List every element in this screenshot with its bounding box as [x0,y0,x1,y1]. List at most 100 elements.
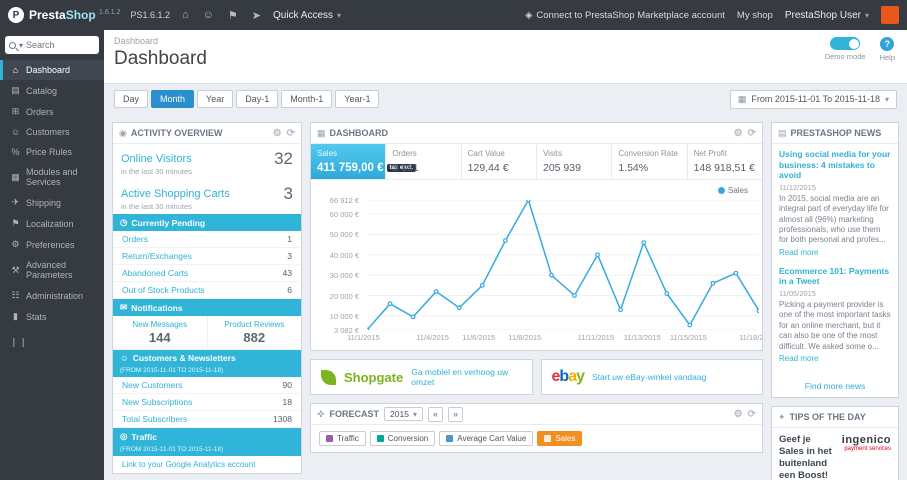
filter-month-1-button[interactable]: Month-1 [281,90,333,108]
refresh-icon[interactable]: ⟳ [287,128,295,139]
customers-icon: ☺ [10,127,21,137]
notification-value: 144 [148,330,171,345]
sidebar-menu: ⌂ Dashboard ▤ Catalog ⊞ Orders ☺ Customers% Pric… [0,60,104,327]
metric-color-icon [376,435,384,442]
notifications-cols: New Messages 144 Product Reviews 882 [113,316,301,350]
activity-row-orders[interactable]: Orders 1 [113,231,301,248]
notification-new-messages[interactable]: New Messages 144 [113,316,207,349]
sidebar-item-shipping[interactable]: ✈ Shipping [0,192,104,213]
activity-stat-online-visitors[interactable]: Online Visitors 32 in the last 30 minutes [113,144,301,179]
panel-title: DASHBOARD [329,128,389,138]
next-year-button[interactable]: » [448,406,464,422]
rocket-icon[interactable]: ➤ [250,9,263,22]
forecast-chip-sales[interactable]: Sales [537,431,583,446]
read-more-link[interactable]: Read more [779,248,819,257]
shipping-icon: ✈ [11,197,20,207]
chip-label: Conversion [387,434,429,443]
modules-icon: ▦ [11,171,20,182]
y-axis-tick: 60 000 € [329,210,359,220]
marketplace-link[interactable]: ◈ Connect to PrestaShop Marketplace accou… [525,10,725,21]
prev-year-button[interactable]: « [427,406,443,422]
prestashop-logo-icon: P [8,7,24,23]
sidebar-collapse-button[interactable]: ❙❙ [0,327,104,348]
sidebar: ▾ ⌂ Dashboard ▤ Catalog ⊞ Orders ☺ Customers% Pr… [0,30,104,480]
currently-pending-header: ◷ Currently Pending [113,214,301,231]
shopgate-link[interactable]: Ga mobiel en verhoog uw omzet [411,367,521,387]
sidebar-item-localization[interactable]: ⚑ Localization [0,213,104,234]
sidebar-item-modules-and-services[interactable]: ▦ Modules and Services [0,162,104,192]
activity-row-new-customers[interactable]: New Customers 90 [113,377,301,394]
row-value: 18 [282,397,292,407]
news-article-title[interactable]: Ecommerce 101: Payments in a Tweet [779,266,891,287]
gear-icon[interactable]: ⚙ [273,128,282,139]
prestashop-logo[interactable]: P PrestaShop 1.6.1.2 [8,7,120,23]
sidebar-item-price-rules[interactable]: % Price Rules [0,142,104,162]
activity-row-new-subscriptions[interactable]: New Subscriptions 18 [113,394,301,411]
panel-title: FORECAST [329,409,380,419]
read-more-link[interactable]: Read more [779,354,819,363]
activity-stat-active-shopping-carts[interactable]: Active Shopping Carts 3 in the last 30 min… [113,179,301,214]
shop-icon[interactable]: ⌂ [180,9,191,21]
gear-icon[interactable]: ⚙ [734,128,743,139]
avatar[interactable] [881,6,899,24]
my-shop-link[interactable]: My shop [737,10,773,21]
filter-day-1-button[interactable]: Day-1 [236,90,279,108]
quick-access-menu[interactable]: Quick Access ▾ [273,10,341,21]
activity-row-abandoned-carts[interactable]: Abandoned Carts 43 [113,265,301,282]
notification-product-reviews[interactable]: Product Reviews 882 [206,316,302,349]
sidebar-item-stats[interactable]: ▮ Stats [0,306,104,327]
help-button[interactable]: ? Help [880,37,895,62]
y-axis-tick: 40 000 € [329,250,359,260]
stat-value: 32 [274,149,293,168]
sidebar-item-catalog[interactable]: ▤ Catalog [0,80,104,101]
chevron-down-icon[interactable]: ▾ [19,41,23,50]
date-range-button[interactable]: ▦ From 2015-11-01 To 2015-11-18 ▾ [729,89,897,109]
kpi-orders[interactable]: Orders 3 181 [386,144,462,179]
module-ads-row: Shopgate Ga mobiel en verhoog uw omzet e… [310,359,763,395]
traffic-header: ◎ Traffic (FROM 2015-11-01 TO 2015-11-18… [113,428,301,456]
search-input[interactable] [26,40,95,50]
kpi-label: Net Profit [693,149,727,158]
activity-row-out-of-stock-products[interactable]: Out of Stock Products 6 [113,282,301,299]
flag-icon[interactable]: ⚑ [226,9,240,22]
filter-year-button[interactable]: Year [197,90,234,108]
filter-month-button[interactable]: Month [151,90,195,108]
find-more-news-link[interactable]: Find more news [772,377,898,397]
sidebar-item-customers[interactable]: ☺ Customers [0,122,104,142]
news-article-title[interactable]: Using social media for your business: 4 … [779,149,891,181]
forecast-metric-chips: Traffic Conversion Average Cart Value Sales [311,425,762,452]
sidebar-item-administration[interactable]: ☷ Administration [0,285,104,306]
kpi-sales[interactable]: Sales 411 759,00 € tax excl. [311,144,417,179]
activity-row-total-subscribers[interactable]: Total Subscribers 1308 [113,411,301,428]
clock-icon: ◷ [120,217,128,227]
employees-icon[interactable]: ☺ [201,9,216,21]
toggle-switch-icon[interactable] [830,37,861,50]
forecast-panel: ✜ FORECAST 2015 ▾ « » ⚙ ⟳ Traffic Conversio… [310,403,763,453]
kpi-visits[interactable]: Visits 205 939 [537,144,613,179]
forecast-chip-average-cart-value[interactable]: Average Cart Value [439,431,534,446]
activity-row-return-exchanges[interactable]: Return/Exchanges 3 [113,248,301,265]
x-axis-tick: 11/4/2015 [416,333,449,342]
lightbulb-icon: ✦ [778,411,786,422]
refresh-icon[interactable]: ⟳ [748,409,756,420]
kpi-net-profit[interactable]: Net Profit 148 918,51 € [688,144,762,179]
demo-mode-toggle[interactable]: Demo mode [825,37,866,61]
sidebar-item-advanced-parameters[interactable]: ⚒ Advanced Parameters [0,255,104,285]
forecast-chip-conversion[interactable]: Conversion [369,431,436,446]
gear-icon[interactable]: ⚙ [734,409,743,420]
kpi-cart-value[interactable]: Cart Value 129,44 € [462,144,537,179]
sidebar-item-dashboard[interactable]: ⌂ Dashboard [0,60,104,80]
forecast-chip-traffic[interactable]: Traffic [319,431,366,446]
kpi-conversion-rate[interactable]: Conversion Rate 1.54% [612,144,688,179]
chevron-down-icon: ▾ [337,10,342,20]
year-select[interactable]: 2015 ▾ [384,407,423,421]
google-analytics-link[interactable]: Link to your Google Analytics account [113,456,301,473]
user-menu[interactable]: PrestaShop User ▾ [785,10,869,21]
filter-year-1-button[interactable]: Year-1 [335,90,380,108]
refresh-icon[interactable]: ⟳ [748,128,756,139]
sidebar-item-orders[interactable]: ⊞ Orders [0,101,104,122]
x-axis-tick: 11/1/2015 [347,333,380,342]
ebay-link[interactable]: Start uw eBay-winkel vandaag [592,372,706,382]
filter-day-button[interactable]: Day [114,90,149,108]
sidebar-item-preferences[interactable]: ⚙ Preferences [0,234,104,255]
